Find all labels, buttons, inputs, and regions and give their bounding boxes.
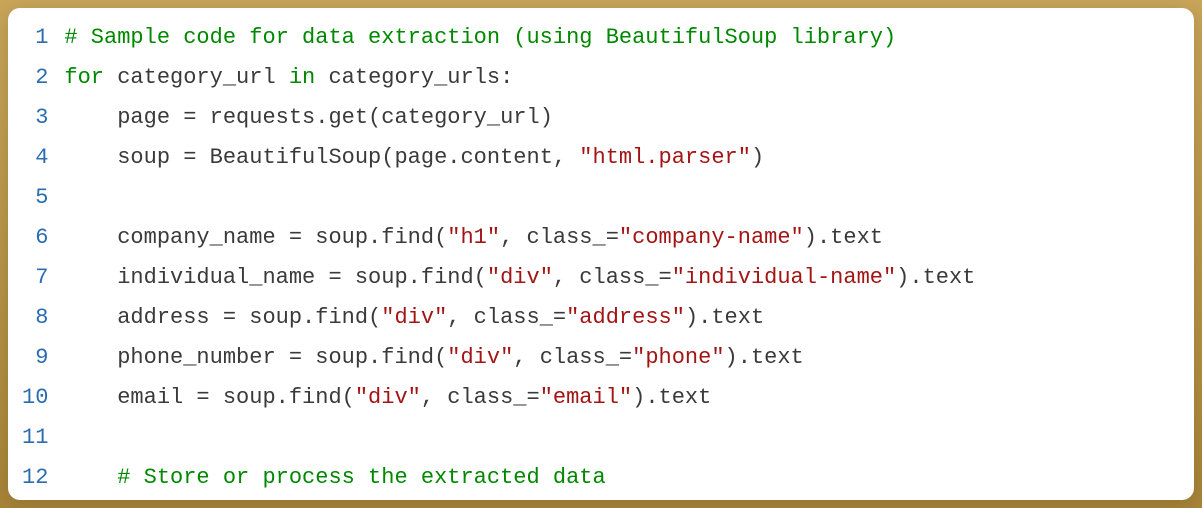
- code-line: # Store or process the extracted data: [64, 458, 1194, 490]
- line-number-gutter: 123456789101112: [8, 18, 56, 490]
- code-token: ).text: [632, 385, 711, 410]
- code-line: for category_url in category_urls:: [64, 58, 1194, 98]
- code-frame: 123456789101112 # Sample code for data e…: [8, 8, 1194, 500]
- code-token: "individual-name": [672, 265, 896, 290]
- code-token: "div": [447, 345, 513, 370]
- line-number: 9: [22, 338, 48, 378]
- code-token: # Store or process the extracted data: [117, 465, 605, 490]
- line-number: 6: [22, 218, 48, 258]
- code-container: 123456789101112 # Sample code for data e…: [8, 8, 1194, 500]
- code-token: "div": [355, 385, 421, 410]
- code-token: ).text: [896, 265, 975, 290]
- code-token: "email": [540, 385, 632, 410]
- code-token: ).text: [804, 225, 883, 250]
- code-line: [64, 178, 1194, 218]
- code-token: company_name = soup.find(: [117, 225, 447, 250]
- code-token: , class_=: [513, 345, 632, 370]
- code-token: "address": [566, 305, 685, 330]
- code-token: ).text: [725, 345, 804, 370]
- code-token: phone_number = soup.find(: [117, 345, 447, 370]
- code-token: , class_=: [421, 385, 540, 410]
- code-token: "h1": [447, 225, 500, 250]
- code-token: , class_=: [553, 265, 672, 290]
- line-number: 7: [22, 258, 48, 298]
- code-token: "div": [487, 265, 553, 290]
- code-token: address = soup.find(: [117, 305, 381, 330]
- code-line: [64, 418, 1194, 458]
- line-number: 3: [22, 98, 48, 138]
- code-token: "html.parser": [579, 145, 751, 170]
- code-token: # Sample code for data extraction (using…: [64, 25, 896, 50]
- code-token: soup = BeautifulSoup(page.content,: [117, 145, 579, 170]
- code-area[interactable]: # Sample code for data extraction (using…: [56, 18, 1194, 490]
- code-line: company_name = soup.find("h1", class_="c…: [64, 218, 1194, 258]
- code-token: ).text: [685, 305, 764, 330]
- code-line: soup = BeautifulSoup(page.content, "html…: [64, 138, 1194, 178]
- line-number: 5: [22, 178, 48, 218]
- code-token: category_urls:: [315, 65, 513, 90]
- code-line: email = soup.find("div", class_="email")…: [64, 378, 1194, 418]
- line-number: 2: [22, 58, 48, 98]
- code-token: email = soup.find(: [117, 385, 355, 410]
- code-token: for: [64, 65, 104, 90]
- code-token: page = requests.get(category_url): [117, 105, 553, 130]
- line-number: 4: [22, 138, 48, 178]
- code-token: , class_=: [500, 225, 619, 250]
- line-number: 10: [22, 378, 48, 418]
- code-line: address = soup.find("div", class_="addre…: [64, 298, 1194, 338]
- code-line: individual_name = soup.find("div", class…: [64, 258, 1194, 298]
- code-token: , class_=: [447, 305, 566, 330]
- line-number: 12: [22, 458, 48, 498]
- code-line: # Sample code for data extraction (using…: [64, 18, 1194, 58]
- code-token: "company-name": [619, 225, 804, 250]
- line-number: 1: [22, 18, 48, 58]
- line-number: 11: [22, 418, 48, 458]
- code-line: phone_number = soup.find("div", class_="…: [64, 338, 1194, 378]
- code-token: ): [751, 145, 764, 170]
- code-token: "phone": [632, 345, 724, 370]
- code-token: in: [289, 65, 315, 90]
- code-token: category_url: [104, 65, 289, 90]
- code-token: "div": [381, 305, 447, 330]
- line-number: 8: [22, 298, 48, 338]
- code-line: page = requests.get(category_url): [64, 98, 1194, 138]
- code-token: individual_name = soup.find(: [117, 265, 487, 290]
